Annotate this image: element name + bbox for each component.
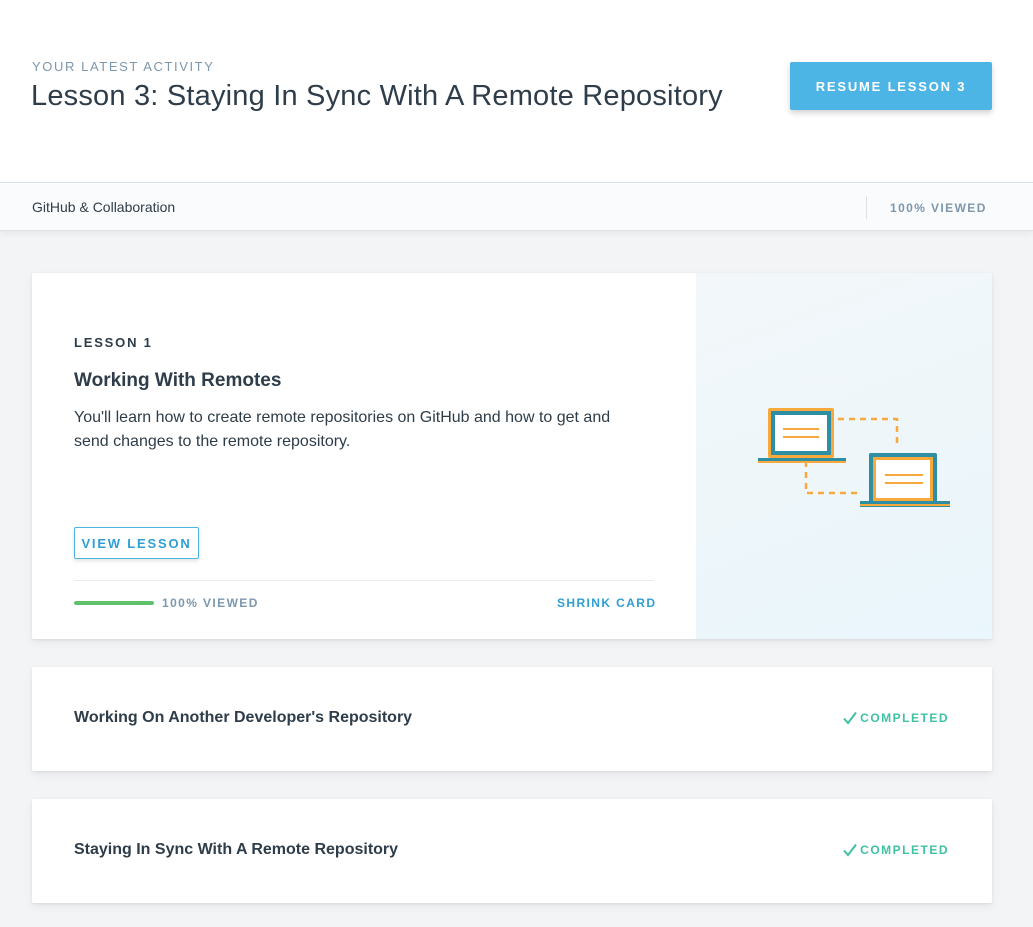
checkmark-icon [843,843,857,857]
shrink-card-link[interactable]: SHRINK CARD [557,596,656,610]
lesson-status-label: COMPLETED [860,843,949,857]
lesson-progress-label: 100% VIEWED [162,596,259,610]
course-bar: GitHub & Collaboration 100% VIEWED [0,183,1033,231]
lesson-status-label: COMPLETED [860,711,949,725]
resume-lesson-button[interactable]: RESUME LESSON 3 [790,62,992,110]
lesson-title: Staying In Sync With A Remote Repository [74,841,399,858]
lesson-status: COMPLETED [843,843,949,857]
lesson-title: Working With Remotes [74,370,282,391]
lesson-progress-bar [74,601,154,605]
lesson-title: Working On Another Developer's Repositor… [74,709,413,726]
lesson-description: You'll learn how to create remote reposi… [74,409,611,450]
lesson-progress-fill [74,601,154,605]
checkmark-icon [843,711,857,725]
lesson-card[interactable]: Working On Another Developer's Repositor… [32,667,992,771]
view-lesson-button[interactable]: VIEW LESSON [74,527,199,559]
lesson-card[interactable]: Staying In Sync With A Remote Repository… [32,799,992,903]
divider [866,196,867,219]
course-progress-status: 100% VIEWED [890,201,987,215]
course-name: GitHub & Collaboration [32,199,176,215]
laptops-sync-icon [758,408,950,507]
lesson-illustration-panel [696,273,992,639]
page-title: Lesson 3: Staying In Sync With A Remote … [31,80,723,112]
activity-header: YOUR LATEST ACTIVITY Lesson 3: Staying I… [0,0,1033,183]
latest-activity-label: YOUR LATEST ACTIVITY [32,59,215,74]
lesson-card-expanded: LESSON 1 Working With Remotes You'll lea… [32,273,992,639]
lesson-card-content: LESSON 1 Working With Remotes You'll lea… [32,273,696,639]
lesson-status: COMPLETED [843,711,949,725]
divider [74,580,654,581]
lesson-number: LESSON 1 [74,335,153,350]
